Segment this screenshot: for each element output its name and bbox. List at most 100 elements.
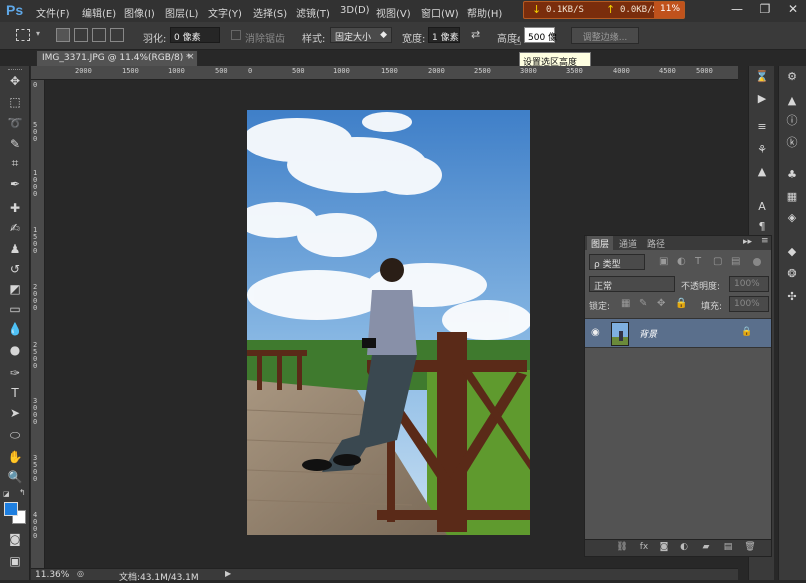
lock-position-icon[interactable]: ✥ bbox=[657, 298, 665, 309]
lock-transparent-icon[interactable]: ▦ bbox=[621, 298, 630, 309]
path-select-icon[interactable]: ➤ bbox=[5, 404, 25, 422]
feather-input[interactable]: 0 像素 bbox=[170, 27, 220, 43]
subtract-selection-icon[interactable] bbox=[92, 28, 106, 42]
menu-type[interactable]: 文字(Y) bbox=[208, 5, 242, 20]
menu-view[interactable]: 视图(V) bbox=[376, 5, 411, 20]
dodge-icon[interactable]: ● bbox=[5, 341, 25, 359]
new-group-icon[interactable]: ▰ bbox=[699, 542, 713, 554]
foreground-color-swatch[interactable] bbox=[4, 502, 18, 516]
eyedropper-icon[interactable]: ✒ bbox=[5, 175, 25, 193]
histogram-panel-icon[interactable]: ▲ bbox=[783, 92, 801, 110]
navigator-panel-icon[interactable]: ⚙ bbox=[783, 68, 801, 86]
delete-layer-icon[interactable]: 🗑 bbox=[743, 542, 757, 554]
add-mask-icon[interactable]: ◙ bbox=[657, 542, 671, 554]
marquee-preset-icon[interactable] bbox=[16, 29, 30, 41]
minimize-icon[interactable]: — bbox=[728, 2, 746, 18]
brush-panel-icon[interactable]: ⚘ bbox=[753, 141, 771, 159]
document-tab[interactable]: IMG_3371.JPG @ 11.4%(RGB/8) * × bbox=[36, 50, 198, 66]
link-layers-icon[interactable]: ⛓ bbox=[615, 542, 629, 554]
height-input[interactable]: 500 像 bbox=[524, 27, 557, 43]
character-panel-icon[interactable]: A bbox=[753, 198, 771, 216]
restore-icon[interactable]: ❐ bbox=[756, 2, 774, 18]
style-select[interactable]: 固定大小 ◆ bbox=[330, 27, 392, 43]
paragraph-panel-icon[interactable]: ¶ bbox=[753, 218, 771, 236]
zoom-level[interactable]: 11.36% bbox=[35, 570, 69, 580]
blend-mode-select[interactable]: 正常 bbox=[589, 276, 675, 292]
tab-layers[interactable]: 图层 bbox=[587, 236, 614, 250]
filter-type-icon[interactable]: T bbox=[695, 256, 701, 267]
tab-paths[interactable]: 路径 bbox=[643, 236, 669, 250]
crop-icon[interactable]: ⌗ bbox=[5, 154, 25, 172]
move-icon[interactable]: ✥ bbox=[5, 72, 25, 90]
stamp-icon[interactable]: ♟ bbox=[5, 240, 25, 258]
layers-panel-icon[interactable]: ◆ bbox=[783, 243, 801, 261]
menu-file[interactable]: 文件(F) bbox=[36, 5, 70, 20]
filter-pixel-icon[interactable]: ▣ bbox=[659, 256, 668, 267]
swatches-panel-icon[interactable]: ▦ bbox=[783, 188, 801, 206]
kuler-panel-icon[interactable]: ⓚ bbox=[783, 134, 801, 152]
adjustment-layer-icon[interactable]: ◐ bbox=[677, 542, 691, 554]
shape-icon[interactable]: ⬭ bbox=[5, 426, 25, 444]
opacity-input[interactable]: 100% bbox=[729, 276, 769, 292]
close-icon[interactable]: ✕ bbox=[784, 2, 802, 18]
gradient-icon[interactable]: ▭ bbox=[5, 300, 25, 318]
clone-source-icon[interactable]: ▲ bbox=[753, 163, 771, 181]
filter-smart-icon[interactable]: ▤ bbox=[731, 256, 740, 267]
pen-icon[interactable]: ✑ bbox=[5, 364, 25, 382]
document-photo[interactable] bbox=[247, 110, 530, 535]
preset-dropdown-icon[interactable]: ▾ bbox=[36, 29, 40, 38]
eraser-icon[interactable]: ◩ bbox=[5, 280, 25, 298]
lock-all-icon[interactable]: 🔒 bbox=[675, 298, 687, 309]
layer-filter-select[interactable]: ρ 类型 bbox=[589, 254, 645, 270]
panel-menu-icon[interactable]: ≡ bbox=[761, 236, 769, 246]
intersect-selection-icon[interactable] bbox=[110, 28, 124, 42]
menu-select[interactable]: 选择(S) bbox=[253, 5, 287, 20]
marquee-icon[interactable]: ⬚ bbox=[5, 93, 25, 111]
styles-panel-icon[interactable]: ◈ bbox=[783, 209, 801, 227]
share-icon[interactable]: ◎ bbox=[77, 569, 84, 578]
layer-style-icon[interactable]: fx bbox=[637, 542, 651, 554]
adjustments-panel-icon[interactable]: ≡ bbox=[753, 118, 771, 136]
layer-name[interactable]: 背景 bbox=[639, 327, 657, 340]
antialias-checkbox[interactable] bbox=[231, 30, 241, 40]
filter-toggle-icon[interactable] bbox=[753, 258, 761, 266]
fill-input[interactable]: 100% bbox=[729, 296, 769, 312]
history-panel-icon[interactable]: ⌛ bbox=[753, 68, 771, 86]
tab-channels[interactable]: 通道 bbox=[615, 236, 641, 250]
menu-help[interactable]: 帮助(H) bbox=[467, 5, 502, 20]
menu-layer[interactable]: 图层(L) bbox=[165, 5, 198, 20]
new-selection-icon[interactable] bbox=[56, 28, 70, 42]
menu-edit[interactable]: 编辑(E) bbox=[82, 5, 116, 20]
blur-icon[interactable]: 💧 bbox=[5, 320, 25, 338]
swap-colors-icon[interactable]: ↰ bbox=[19, 488, 26, 497]
panel-collapse-icon[interactable]: ▸▸ bbox=[743, 237, 752, 247]
brush-icon[interactable]: ✍ bbox=[5, 219, 25, 237]
width-input[interactable]: 1 像素 bbox=[428, 27, 460, 43]
actions-panel-icon[interactable]: ▶ bbox=[753, 90, 771, 108]
channels-panel-icon[interactable]: ❂ bbox=[783, 265, 801, 283]
status-menu-arrow-icon[interactable]: ▶ bbox=[225, 569, 231, 578]
screen-mode-icon[interactable]: ▣ bbox=[5, 552, 25, 570]
filter-shape-icon[interactable]: ▢ bbox=[713, 256, 722, 267]
menu-window[interactable]: 窗口(W) bbox=[421, 5, 459, 20]
menu-3d[interactable]: 3D(D) bbox=[340, 5, 370, 16]
history-brush-icon[interactable]: ↺ bbox=[5, 260, 25, 278]
type-icon[interactable]: T bbox=[5, 384, 25, 402]
info-panel-icon[interactable]: ⓘ bbox=[783, 112, 801, 130]
add-selection-icon[interactable] bbox=[74, 28, 88, 42]
refine-edge-button[interactable]: 调整边缘... bbox=[571, 27, 639, 44]
quick-select-icon[interactable]: ✎ bbox=[5, 135, 25, 153]
paths-panel-icon[interactable]: ✣ bbox=[783, 288, 801, 306]
filter-adjust-icon[interactable]: ◐ bbox=[677, 256, 686, 267]
swap-dimensions-icon[interactable]: ⇄ bbox=[471, 28, 480, 41]
layer-row-background[interactable]: ◉ 背景 🔒 bbox=[585, 318, 771, 348]
close-tab-icon[interactable]: × bbox=[187, 52, 195, 62]
healing-icon[interactable]: ✚ bbox=[5, 199, 25, 217]
eye-icon[interactable]: ◉ bbox=[591, 327, 600, 338]
menu-image[interactable]: 图像(I) bbox=[124, 5, 155, 20]
hand-icon[interactable]: ✋ bbox=[5, 448, 25, 466]
new-layer-icon[interactable]: ▤ bbox=[721, 542, 735, 554]
menu-filter[interactable]: 滤镜(T) bbox=[296, 5, 330, 20]
zoom-icon[interactable]: 🔍 bbox=[5, 468, 25, 486]
color-panel-icon[interactable]: ♣ bbox=[783, 166, 801, 184]
